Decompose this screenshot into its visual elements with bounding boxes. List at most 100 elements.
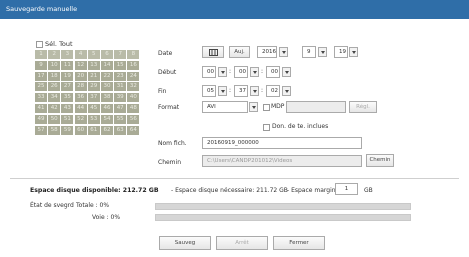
day-field[interactable]: 19 [334,46,348,58]
select-all-checkbox[interactable] [36,41,43,48]
channel-cell[interactable]: 38 [101,93,113,103]
mdp-checkbox[interactable] [263,104,270,111]
format-select[interactable]: AVI [202,101,248,113]
channel-cell[interactable]: 2 [48,50,61,59]
channel-cell[interactable]: 12 [74,60,87,70]
end-minute-dropdown-icon[interactable] [250,86,259,96]
end-hour-field[interactable]: 05 [202,85,216,97]
channel-cell[interactable]: 17 [35,71,47,81]
channel-cell[interactable]: 44 [74,104,87,113]
end-hour-dropdown-icon[interactable] [218,86,227,96]
channel-cell[interactable]: 61 [87,125,100,135]
channel-cell[interactable]: 6 [101,50,113,59]
channel-cell[interactable]: 36 [74,93,87,103]
start-minute-field[interactable]: 00 [234,66,248,78]
channel-cell[interactable]: 54 [101,114,113,124]
channel-cell[interactable]: 35 [61,93,74,103]
channel-cell[interactable]: 11 [61,60,74,70]
channel-cell[interactable]: 3 [61,50,74,59]
channel-cell[interactable]: 60 [74,125,87,135]
channel-cell[interactable]: 9 [35,60,47,70]
month-field[interactable]: 9 [302,46,316,58]
start-second-field[interactable]: 00 [266,66,280,78]
channel-cell[interactable]: 25 [35,82,47,92]
channel-cell[interactable]: 10 [48,60,61,70]
channel-cell[interactable]: 16 [127,60,140,70]
channel-cell[interactable]: 22 [101,71,113,81]
channel-cell[interactable]: 42 [48,104,61,113]
channel-cell[interactable]: 51 [61,114,74,124]
channel-cell[interactable]: 33 [35,93,47,103]
channel-cell[interactable]: 28 [74,82,87,92]
channel-cell[interactable]: 4 [74,50,87,59]
start-hour-field[interactable]: 00 [202,66,216,78]
channel-cell[interactable]: 59 [61,125,74,135]
filename-input[interactable]: 20160919_000000 [202,137,362,149]
date-label: Date [158,50,173,57]
channel-cell[interactable]: 47 [114,104,127,113]
channel-cell[interactable]: 30 [101,82,113,92]
channel-cell[interactable]: 31 [114,82,127,92]
end-minute-field[interactable]: 37 [234,85,248,97]
channel-cell[interactable]: 50 [48,114,61,124]
channel-cell[interactable]: 8 [127,50,140,59]
channel-cell[interactable]: 58 [48,125,61,135]
channel-cell[interactable]: 13 [87,60,100,70]
start-minute-dropdown-icon[interactable] [250,67,259,77]
channel-cell[interactable]: 64 [127,125,140,135]
channel-cell[interactable]: 55 [114,114,127,124]
channel-cell[interactable]: 24 [127,71,140,81]
calendar-button[interactable] [202,46,224,58]
today-button[interactable]: Auj. [229,46,250,58]
year-dropdown-icon[interactable] [279,47,288,57]
format-dropdown-icon[interactable] [249,102,258,112]
channel-cell[interactable]: 37 [87,93,100,103]
channel-cell[interactable]: 32 [127,82,140,92]
channel-cell[interactable]: 57 [35,125,47,135]
channel-cell[interactable]: 20 [74,71,87,81]
end-second-dropdown-icon[interactable] [282,86,291,96]
channel-cell[interactable]: 15 [114,60,127,70]
path-button[interactable]: Chemin [366,154,394,167]
channel-cell[interactable]: 29 [87,82,100,92]
start-second-dropdown-icon[interactable] [282,67,291,77]
channel-cell[interactable]: 1 [35,50,47,59]
end-second-field[interactable]: 02 [266,85,280,97]
channel-cell[interactable]: 49 [35,114,47,124]
min-space-input[interactable]: 1 [335,183,358,195]
month-dropdown-icon[interactable] [318,47,327,57]
include-data-checkbox[interactable] [263,124,270,131]
total-progress-bar [155,203,411,210]
channel-cell[interactable]: 41 [35,104,47,113]
channel-cell[interactable]: 34 [48,93,61,103]
required-space-label: - Espace disque nécessaire: 211.72 GB [171,187,288,194]
close-button[interactable]: Fermer [273,236,325,250]
channel-cell[interactable]: 27 [61,82,74,92]
channel-cell[interactable]: 53 [87,114,100,124]
channel-cell[interactable]: 7 [114,50,127,59]
channel-cell[interactable]: 40 [127,93,140,103]
time-separator: : [261,68,264,75]
channel-cell[interactable]: 43 [61,104,74,113]
channel-cell[interactable]: 21 [87,71,100,81]
channel-cell[interactable]: 18 [48,71,61,81]
channel-grid: 1 2 3 4 5 6 7 8 9 10 11 12 13 14 15 16 17 18 19 20 21 22 23 24 2… [35,50,141,137]
channel-cell[interactable]: 45 [87,104,100,113]
channel-cell[interactable]: 14 [101,60,113,70]
day-dropdown-icon[interactable] [349,47,358,57]
channel-cell[interactable]: 48 [127,104,140,113]
year-field[interactable]: 2016 [257,46,277,58]
channel-cell[interactable]: 39 [114,93,127,103]
channel-cell[interactable]: 19 [61,71,74,81]
channel-cell[interactable]: 46 [101,104,113,113]
channel-cell[interactable]: 26 [48,82,61,92]
window-title: Sauvegarde manuelle [0,0,469,19]
channel-cell[interactable]: 5 [87,50,100,59]
channel-cell[interactable]: 63 [114,125,127,135]
save-button[interactable]: Sauveg [159,236,211,250]
channel-cell[interactable]: 23 [114,71,127,81]
start-hour-dropdown-icon[interactable] [218,67,227,77]
channel-cell[interactable]: 56 [127,114,140,124]
channel-cell[interactable]: 62 [101,125,113,135]
channel-cell[interactable]: 52 [74,114,87,124]
